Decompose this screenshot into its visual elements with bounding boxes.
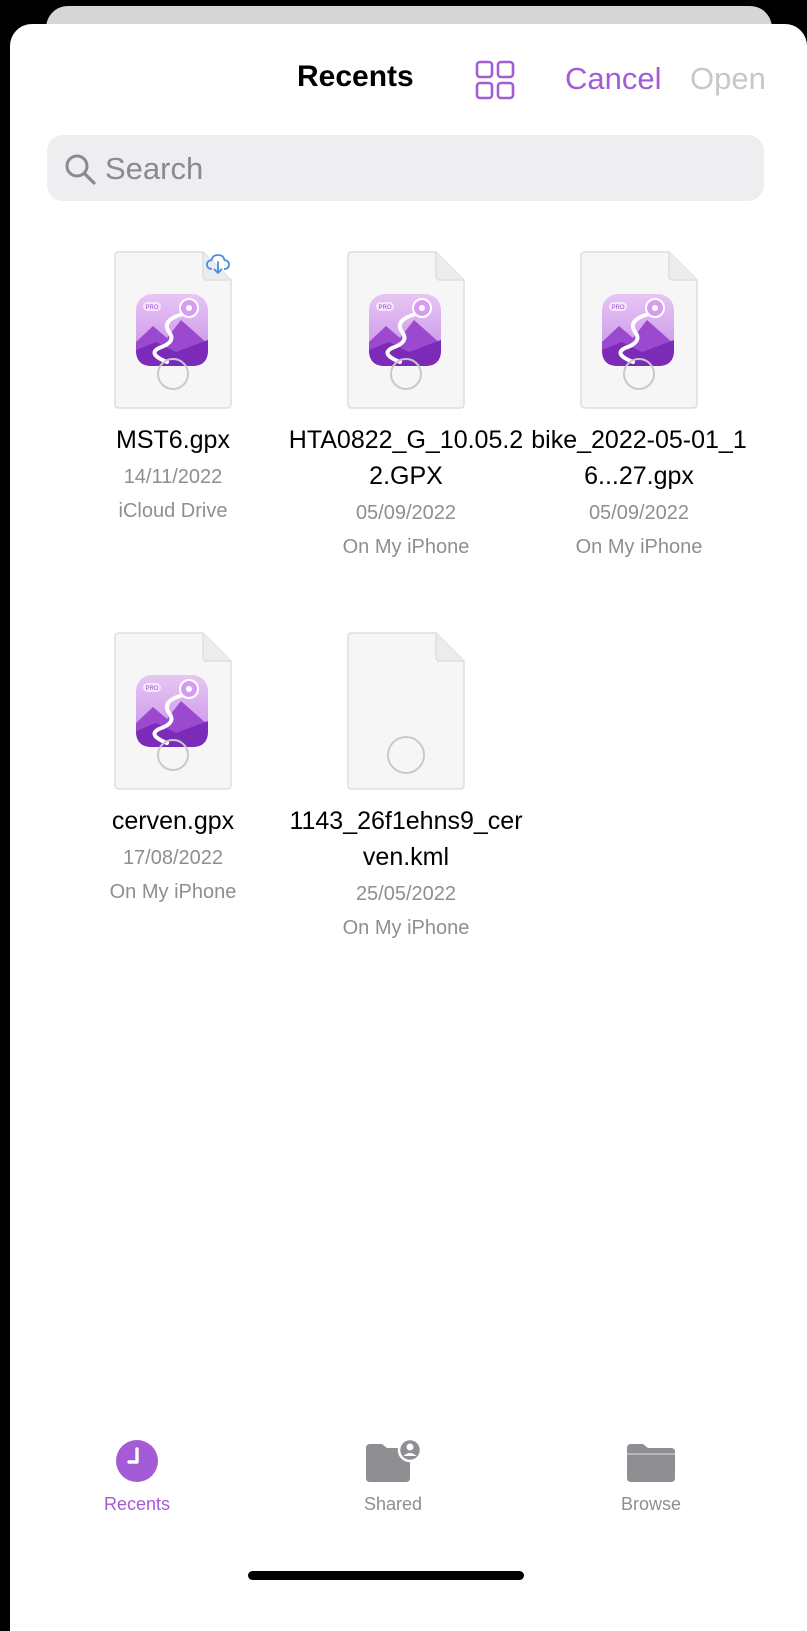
file-name: 1143_26f1ehns9_cerven.kml (289, 807, 523, 871)
file-date: 17/08/2022 (122, 847, 224, 869)
document-thumbnail (344, 631, 468, 791)
file-date: 05/09/2022 (588, 502, 690, 524)
file-date: 14/11/2022 (123, 466, 223, 488)
file-location: iCloud Drive (118, 500, 228, 522)
tab-shared-label: Shared (363, 1494, 423, 1514)
file-location: On My iPhone (342, 536, 470, 558)
file-item[interactable]: 1143_26f1ehns9_cerven.kml 25/05/2022 On My… (286, 631, 526, 945)
tab-bar: Recents Shared Browse (10, 1434, 807, 1554)
file-item[interactable]: PRO bike_2022-05-01_16...27.gpx 05/09/202… (519, 250, 759, 564)
search-input[interactable] (103, 145, 747, 193)
svg-text:PRO: PRO (378, 305, 391, 311)
svg-text:PRO: PRO (145, 305, 158, 311)
gpx-file-thumbnail: PRO (111, 631, 235, 791)
icloud-download-icon (206, 254, 230, 274)
open-button[interactable]: Open (690, 61, 766, 97)
file-name: MST6.gpx (116, 426, 230, 454)
gpx-file-thumbnail: PRO (111, 250, 235, 410)
file-date: 25/05/2022 (355, 883, 457, 905)
file-location: On My iPhone (575, 536, 703, 558)
gpx-file-thumbnail: PRO (344, 250, 468, 410)
navigation-bar: Recents Cancel Open (10, 24, 807, 134)
file-location: On My iPhone (342, 917, 470, 939)
gpx-file-thumbnail: PRO (577, 250, 701, 410)
tab-recents-label: Recents (103, 1494, 171, 1514)
shared-folder-icon (366, 1437, 423, 1482)
file-item[interactable]: PRO HTA0822_G_10.05.22.GPX 05/09/2022 On M… (286, 250, 526, 564)
tab-shared[interactable]: Shared (313, 1434, 473, 1515)
svg-text:PRO: PRO (145, 686, 158, 692)
folder-icon (627, 1444, 675, 1482)
tab-browse-label: Browse (620, 1494, 682, 1514)
search-bar[interactable] (47, 135, 764, 201)
grid-view-button[interactable] (475, 60, 515, 100)
tab-browse[interactable]: Browse (571, 1434, 731, 1515)
file-location: On My iPhone (109, 881, 237, 903)
grid-view-icon (475, 60, 515, 100)
tab-recents[interactable]: Recents (57, 1434, 217, 1515)
clock-icon (116, 1440, 158, 1482)
file-name: HTA0822_G_10.05.22.GPX (288, 426, 524, 490)
cancel-button[interactable]: Cancel (565, 61, 662, 97)
svg-text:PRO: PRO (611, 305, 624, 311)
page-title: Recents (297, 60, 414, 93)
file-name: cerven.gpx (111, 807, 235, 835)
file-item[interactable]: PRO MST6.gpx 14/11/2022 iCloud Drive (53, 250, 293, 528)
file-date: 05/09/2022 (355, 502, 457, 524)
document-picker-sheet: Recents Cancel Open PRO (10, 24, 807, 1631)
home-indicator (248, 1571, 524, 1580)
file-name: bike_2022-05-01_16...27.gpx (531, 426, 747, 490)
search-icon (65, 154, 96, 185)
file-item[interactable]: PRO cerven.gpx 17/08/2022 On My iPhone (53, 631, 293, 909)
